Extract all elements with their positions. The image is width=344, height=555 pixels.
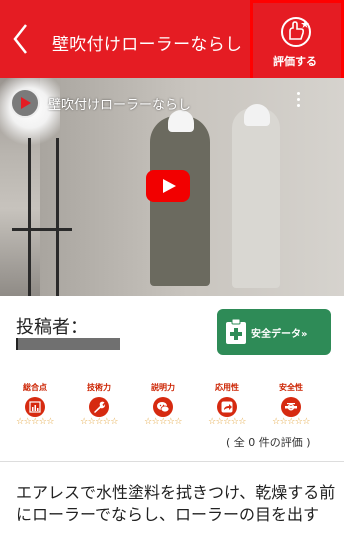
channel-avatar[interactable]: [10, 88, 40, 118]
video-frame-stand: [28, 138, 31, 296]
safety-icon: [281, 397, 301, 417]
video-frame-helmet: [244, 104, 270, 126]
hand-star-icon: [281, 17, 311, 47]
chat-icon: [153, 397, 173, 417]
page-title: 壁吹付けローラーならし: [52, 35, 243, 55]
star-rating: ☆☆☆☆☆: [80, 417, 118, 427]
category-label: 安全性: [279, 383, 303, 392]
category-label: 応用性: [215, 383, 239, 392]
more-options-icon[interactable]: [296, 92, 302, 110]
category-technique: 技術力: [74, 382, 124, 417]
evaluation-count: ( 全 0 件の評価 ): [226, 436, 311, 449]
category-label: 技術力: [87, 383, 111, 392]
play-icon[interactable]: [146, 170, 190, 202]
category-explanation: 説明力: [138, 382, 188, 417]
poster-label: 投稿者：: [16, 317, 88, 338]
star-rating: ☆☆☆☆☆: [272, 417, 310, 427]
rate-label: 評価する: [273, 55, 317, 68]
chevron-left-icon: [13, 24, 27, 54]
video-frame-helmet: [168, 110, 194, 132]
description-text: エアレスで水性塗料を拭きつけ、乾燥する前にローラーでならし、ローラーの目を出す: [16, 483, 336, 524]
video-player[interactable]: 壁吹付けローラーならし: [0, 78, 344, 296]
safety-data-label: 安全データ»: [251, 329, 308, 340]
poster-name-redacted: [16, 338, 120, 350]
video-frame-worker: [232, 108, 280, 288]
first-aid-icon: [226, 319, 246, 344]
wrench-icon: [89, 397, 109, 417]
share-icon: [217, 397, 237, 417]
app-header: 壁吹付けローラーならし 評価する: [0, 0, 344, 85]
video-title[interactable]: 壁吹付けローラーならし: [48, 94, 191, 113]
star-rating: ☆☆☆☆☆: [208, 417, 246, 427]
video-frame-stand: [12, 228, 72, 231]
category-application: 応用性: [202, 382, 252, 417]
video-frame-stand: [56, 138, 59, 296]
star-rating: ☆☆☆☆☆: [16, 417, 54, 427]
category-label: 総合点: [23, 383, 47, 392]
category-overall: 総合点: [10, 382, 60, 417]
back-button[interactable]: [10, 22, 32, 56]
rate-button[interactable]: 評価する: [250, 0, 344, 85]
category-safety: 安全性: [266, 382, 316, 417]
category-label: 説明力: [151, 383, 175, 392]
safety-data-button[interactable]: 安全データ»: [217, 309, 331, 355]
chart-icon: [25, 397, 45, 417]
star-rating: ☆☆☆☆☆: [144, 417, 182, 427]
divider: [0, 461, 344, 462]
